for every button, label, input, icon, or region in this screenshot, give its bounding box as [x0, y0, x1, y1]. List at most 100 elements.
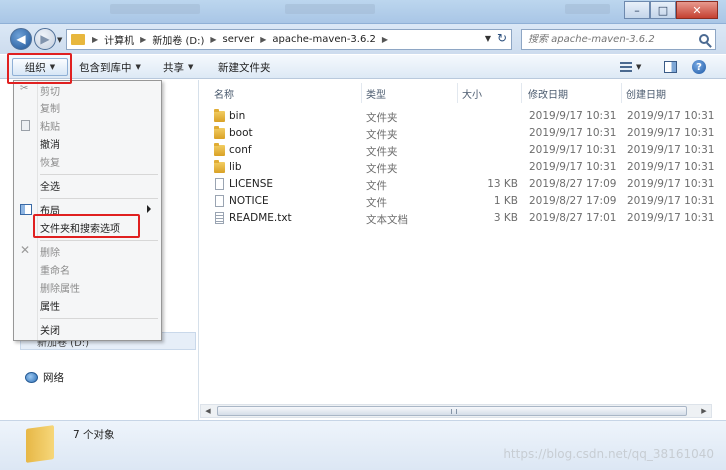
- file-row[interactable]: boot 文件夹 2019/9/17 10:31 2019/9/17 10:31: [210, 125, 714, 142]
- menu-item-rename[interactable]: 重命名: [16, 261, 159, 278]
- file-icon: [215, 178, 224, 190]
- file-size: 1 KB: [493, 195, 518, 207]
- menu-item-delete-label: 删除: [40, 248, 60, 259]
- background-window-row: [285, 4, 375, 14]
- include-in-library-label: 包含到库中: [79, 61, 132, 74]
- minimize-button[interactable]: –: [624, 1, 650, 19]
- file-modified: 2019/8/27 17:01: [529, 212, 617, 224]
- file-type: 文本文档: [366, 214, 408, 226]
- close-button[interactable]: ✕: [676, 1, 718, 19]
- file-row[interactable]: LICENSE 文件 13 KB 2019/8/27 17:09 2019/9/17 1…: [210, 176, 714, 193]
- file-modified: 2019/9/17 10:31: [529, 161, 617, 173]
- breadcrumb-drive[interactable]: 新加卷 (D:): [149, 32, 207, 47]
- file-size: 3 KB: [493, 212, 518, 224]
- breadcrumb-computer[interactable]: 计算机: [101, 32, 137, 47]
- background-window-row: [565, 4, 610, 14]
- new-folder-button[interactable]: 新建文件夹: [218, 58, 271, 76]
- forward-button[interactable]: ▶: [34, 28, 56, 50]
- clipboard-icon: [21, 120, 30, 131]
- menu-item-paste-label: 粘贴: [40, 122, 60, 133]
- file-row[interactable]: NOTICE 文件 1 KB 2019/8/27 17:09 2019/9/17 10:…: [210, 193, 714, 210]
- network-icon: [25, 372, 38, 383]
- address-bar-row: ◀ ▶ ▼ ▶ 计算机 ▶ 新加卷 (D:) ▶ server ▶ apache…: [0, 24, 726, 54]
- file-created: 2019/9/17 10:31: [627, 110, 715, 122]
- file-row[interactable]: conf 文件夹 2019/9/17 10:31 2019/9/17 10:31: [210, 142, 714, 159]
- horizontal-scrollbar[interactable]: ◀ ▶: [200, 404, 712, 418]
- file-modified: 2019/9/17 10:31: [529, 127, 617, 139]
- recent-pages-dropdown[interactable]: ▼: [57, 36, 62, 44]
- breadcrumb-server[interactable]: server: [220, 34, 258, 45]
- file-row[interactable]: bin 文件夹 2019/9/17 10:31 2019/9/17 10:31: [210, 108, 714, 125]
- include-in-library-button[interactable]: 包含到库中 ▼: [79, 58, 141, 76]
- pane-splitter[interactable]: [198, 80, 199, 420]
- view-options-button[interactable]: ▼: [620, 60, 641, 74]
- share-label: 共享: [163, 61, 184, 74]
- command-bar: 组织 ▼ 包含到库中 ▼ 共享 ▼ 新建文件夹 ▼ ?: [0, 55, 726, 79]
- watermark: https://blog.csdn.net/qq_38161040: [503, 447, 714, 461]
- file-created: 2019/9/17 10:31: [627, 161, 715, 173]
- column-header-name[interactable]: 名称: [210, 83, 362, 103]
- back-button[interactable]: ◀: [10, 28, 32, 50]
- file-name: conf: [229, 144, 252, 156]
- file-row[interactable]: README.txt 文本文档 3 KB 2019/8/27 17:01 2019/9/…: [210, 210, 714, 227]
- column-header-modified[interactable]: 修改日期: [524, 83, 622, 103]
- organize-menu: ✂ 剪切 复制 粘贴 撤消 恢复 全选 布局 文件夹和搜索选项 ✕ 删除 重命名…: [13, 80, 162, 341]
- nav-item-network-label: 网络: [43, 372, 64, 384]
- column-header-type[interactable]: 类型: [362, 83, 458, 103]
- chevron-right-icon[interactable]: ▶: [257, 35, 269, 44]
- file-name: boot: [229, 127, 253, 139]
- txt-icon: [215, 212, 224, 224]
- menu-separator: [40, 318, 158, 319]
- scroll-left-icon[interactable]: ◀: [201, 405, 215, 417]
- share-button[interactable]: 共享 ▼: [163, 58, 193, 76]
- menu-item-undo[interactable]: 撤消: [16, 135, 159, 152]
- menu-item-select-all[interactable]: 全选: [16, 177, 159, 194]
- folder-icon: [71, 34, 85, 45]
- menu-item-delete[interactable]: ✕ 删除: [16, 243, 159, 260]
- chevron-right-icon[interactable]: ▶: [207, 35, 219, 44]
- folder-icon: [26, 425, 54, 463]
- menu-item-properties[interactable]: 属性: [16, 297, 159, 314]
- layout-icon: [20, 204, 32, 215]
- folder-icon: [214, 143, 225, 156]
- file-icon: [215, 195, 224, 207]
- window-controls: – □ ✕: [624, 1, 718, 19]
- menu-item-copy[interactable]: 复制: [16, 99, 159, 116]
- chevron-right-icon[interactable]: ▶: [137, 35, 149, 44]
- menu-item-redo[interactable]: 恢复: [16, 153, 159, 170]
- maximize-button[interactable]: □: [650, 1, 676, 19]
- menu-separator: [40, 174, 158, 175]
- menu-item-remove-properties[interactable]: 删除属性: [16, 279, 159, 296]
- chevron-right-icon[interactable]: ▶: [379, 35, 391, 44]
- file-row[interactable]: lib 文件夹 2019/9/17 10:31 2019/9/17 10:31: [210, 159, 714, 176]
- file-type: 文件夹: [366, 163, 398, 175]
- menu-item-close[interactable]: 关闭: [16, 321, 159, 338]
- file-name: README.txt: [229, 212, 292, 224]
- menu-item-cut-label: 剪切: [40, 87, 60, 98]
- file-type: 文件夹: [366, 146, 398, 158]
- chevron-right-icon[interactable]: ▶: [89, 35, 101, 44]
- menu-item-cut[interactable]: ✂ 剪切: [16, 82, 159, 99]
- preview-pane-button[interactable]: [664, 60, 677, 74]
- menu-item-paste[interactable]: 粘贴: [16, 117, 159, 134]
- help-button[interactable]: ?: [692, 60, 706, 74]
- address-dropdown-icon[interactable]: ▼: [485, 34, 491, 43]
- scrollbar-thumb[interactable]: [217, 406, 687, 416]
- background-window-row: [110, 4, 200, 14]
- column-header-created[interactable]: 创建日期: [622, 83, 716, 103]
- chevron-right-icon: [147, 205, 151, 213]
- search-input[interactable]: [528, 34, 692, 45]
- search-icon[interactable]: [699, 34, 709, 44]
- file-created: 2019/9/17 10:31: [627, 127, 715, 139]
- search-box[interactable]: [521, 29, 716, 50]
- breadcrumb-maven[interactable]: apache-maven-3.6.2: [269, 34, 379, 45]
- file-modified: 2019/9/17 10:31: [529, 110, 617, 122]
- delete-icon: ✕: [20, 243, 31, 257]
- address-box[interactable]: ▶ 计算机 ▶ 新加卷 (D:) ▶ server ▶ apache-maven…: [66, 29, 512, 50]
- file-type: 文件夹: [366, 112, 398, 124]
- nav-item-network[interactable]: 网络: [25, 370, 64, 385]
- scroll-right-icon[interactable]: ▶: [697, 405, 711, 417]
- file-size: 13 KB: [487, 178, 518, 190]
- column-header-size[interactable]: 大小: [458, 83, 522, 103]
- refresh-icon[interactable]: ↻: [497, 31, 507, 45]
